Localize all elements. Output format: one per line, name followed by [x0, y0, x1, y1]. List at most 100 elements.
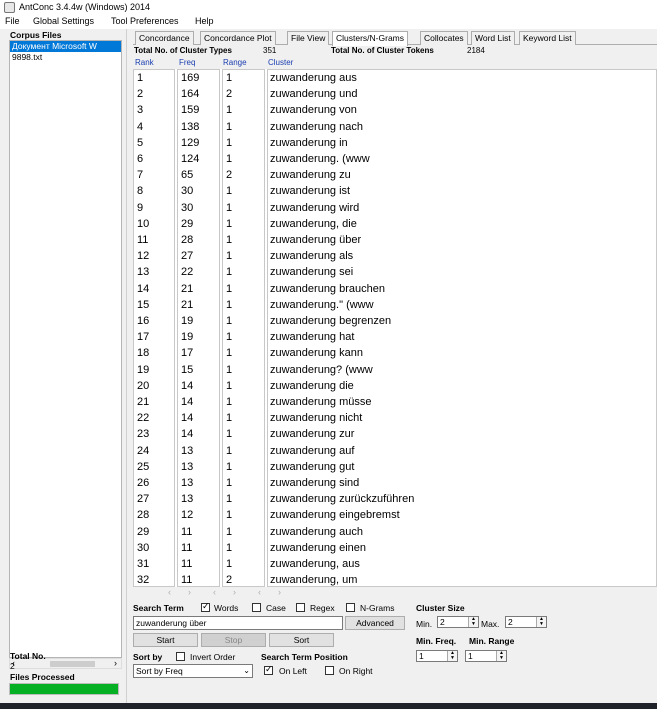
search-term-input[interactable]: zuwanderung über: [133, 616, 343, 630]
cluster-cell[interactable]: zuwanderung sind: [270, 475, 359, 491]
cluster-cell[interactable]: zuwanderung. (www: [270, 151, 370, 167]
freq-cell[interactable]: 30: [181, 200, 193, 216]
scroll-right-icon[interactable]: ›: [278, 587, 281, 597]
cluster-cell[interactable]: zuwanderung auch: [270, 524, 363, 540]
rank-cell[interactable]: 7: [137, 167, 143, 183]
rank-cell[interactable]: 24: [137, 443, 149, 459]
rank-cell[interactable]: 18: [137, 345, 149, 361]
freq-cell[interactable]: 14: [181, 378, 193, 394]
freq-cell[interactable]: 13: [181, 459, 193, 475]
cluster-cell[interactable]: zuwanderung gut: [270, 459, 354, 475]
range-cell[interactable]: 1: [226, 216, 232, 232]
freq-cell[interactable]: 21: [181, 297, 193, 313]
rank-cell[interactable]: 11: [137, 232, 148, 248]
rank-cell[interactable]: 5: [137, 135, 143, 151]
rank-cell[interactable]: 16: [137, 313, 149, 329]
advanced-button[interactable]: Advanced: [345, 616, 405, 630]
cluster-cell[interactable]: zuwanderung aus: [270, 70, 357, 86]
freq-cell[interactable]: 12: [181, 507, 193, 523]
freq-cell[interactable]: 14: [181, 410, 193, 426]
freq-cell[interactable]: 164: [181, 86, 199, 102]
cluster-cell[interactable]: zuwanderung? (www: [270, 362, 373, 378]
cluster-cell[interactable]: zuwanderung von: [270, 102, 357, 118]
corpus-file-item[interactable]: Документ Microsoft W: [10, 41, 121, 52]
freq-cell[interactable]: 65: [181, 167, 193, 183]
freq-cell[interactable]: 14: [181, 394, 193, 410]
cluster-cell[interactable]: zuwanderung sei: [270, 264, 353, 280]
menu-global-settings[interactable]: Global Settings: [33, 16, 94, 26]
range-cell[interactable]: 1: [226, 362, 232, 378]
min-range-spinner[interactable]: 1 ▲ ▼: [465, 650, 507, 662]
range-header[interactable]: Range: [223, 58, 247, 67]
sort-button[interactable]: Sort: [269, 633, 334, 647]
rank-cell[interactable]: 4: [137, 119, 143, 135]
max-size-spinner[interactable]: 2 ▲ ▼: [505, 616, 547, 628]
regex-checkbox[interactable]: [296, 603, 305, 612]
range-cell[interactable]: 1: [226, 183, 232, 199]
range-cell[interactable]: 1: [226, 459, 232, 475]
rank-cell[interactable]: 10: [137, 216, 149, 232]
range-cell[interactable]: 1: [226, 248, 232, 264]
cluster-column[interactable]: zuwanderung aus zuwanderung und zuwanderun…: [267, 69, 657, 587]
freq-cell[interactable]: 17: [181, 345, 193, 361]
menu-tool-preferences[interactable]: Tool Preferences: [111, 16, 179, 26]
rank-cell[interactable]: 14: [137, 281, 149, 297]
rank-cell[interactable]: 3: [137, 102, 143, 118]
rank-cell[interactable]: 19: [137, 362, 149, 378]
rank-header[interactable]: Rank: [135, 58, 154, 67]
range-cell[interactable]: 1: [226, 70, 232, 86]
cluster-cell[interactable]: zuwanderung hat: [270, 329, 354, 345]
range-cell[interactable]: 1: [226, 410, 232, 426]
freq-cell[interactable]: 14: [181, 426, 193, 442]
invert-order-checkbox[interactable]: [176, 652, 185, 661]
freq-column[interactable]: 169 164 159 138 129 124 65 30 30 29 28 27 22 21 21 19 19…: [177, 69, 220, 587]
cluster-cell[interactable]: zuwanderung kann: [270, 345, 363, 361]
freq-cell[interactable]: 138: [181, 119, 199, 135]
range-cell[interactable]: 1: [226, 394, 232, 410]
freq-cell[interactable]: 30: [181, 183, 193, 199]
spinner-arrows-icon[interactable]: ▲ ▼: [536, 617, 546, 627]
scroll-left-icon[interactable]: ‹: [258, 587, 261, 597]
rank-cell[interactable]: 20: [137, 378, 149, 394]
range-cell[interactable]: 1: [226, 540, 232, 556]
cluster-cell[interactable]: zuwanderung und: [270, 86, 357, 102]
rank-cell[interactable]: 15: [137, 297, 149, 313]
freq-cell[interactable]: 124: [181, 151, 199, 167]
cluster-cell[interactable]: zuwanderung einen: [270, 540, 366, 556]
on-right-checkbox[interactable]: [325, 666, 334, 675]
cluster-cell[interactable]: zuwanderung müsse: [270, 394, 372, 410]
tab-word-list[interactable]: Word List: [471, 31, 515, 45]
range-cell[interactable]: 1: [226, 135, 232, 151]
cluster-cell[interactable]: zuwanderung eingebremst: [270, 507, 400, 523]
spinner-arrows-icon[interactable]: ▲ ▼: [468, 617, 478, 627]
cluster-cell[interactable]: zuwanderung die: [270, 378, 354, 394]
freq-cell[interactable]: 29: [181, 216, 193, 232]
cluster-cell[interactable]: zuwanderung in: [270, 135, 348, 151]
rank-column[interactable]: 1 2 3 4 5 6 7 8 9 10 11 12 13 14 15 16 17 18 19 20 21 22 23 24 2…: [133, 69, 175, 587]
freq-cell[interactable]: 15: [181, 362, 193, 378]
sort-by-select[interactable]: Sort by Freq ⌄: [133, 664, 253, 678]
cluster-cell[interactable]: zuwanderung ist: [270, 183, 350, 199]
tab-concordance-plot[interactable]: Concordance Plot: [200, 31, 276, 45]
rank-cell[interactable]: 29: [137, 524, 149, 540]
rank-cell[interactable]: 8: [137, 183, 143, 199]
stop-button[interactable]: Stop: [201, 633, 266, 647]
rank-cell[interactable]: 17: [137, 329, 149, 345]
cluster-cell[interactable]: zuwanderung, die: [270, 216, 357, 232]
freq-cell[interactable]: 11: [181, 540, 192, 556]
rank-cell[interactable]: 12: [137, 248, 149, 264]
rank-cell[interactable]: 23: [137, 426, 149, 442]
range-cell[interactable]: 1: [226, 491, 232, 507]
corpus-file-item[interactable]: 9898.txt: [10, 52, 121, 63]
freq-cell[interactable]: 28: [181, 232, 193, 248]
freq-cell[interactable]: 22: [181, 264, 193, 280]
cluster-cell[interactable]: zuwanderung, um: [270, 572, 357, 586]
cluster-cell[interactable]: zuwanderung über: [270, 232, 361, 248]
range-cell[interactable]: 1: [226, 426, 232, 442]
tab-concordance[interactable]: Concordance: [135, 31, 194, 45]
freq-cell[interactable]: 169: [181, 70, 199, 86]
on-left-checkbox[interactable]: [264, 664, 273, 675]
freq-header[interactable]: Freq: [179, 58, 195, 67]
range-cell[interactable]: 1: [226, 378, 232, 394]
range-cell[interactable]: 1: [226, 556, 232, 572]
